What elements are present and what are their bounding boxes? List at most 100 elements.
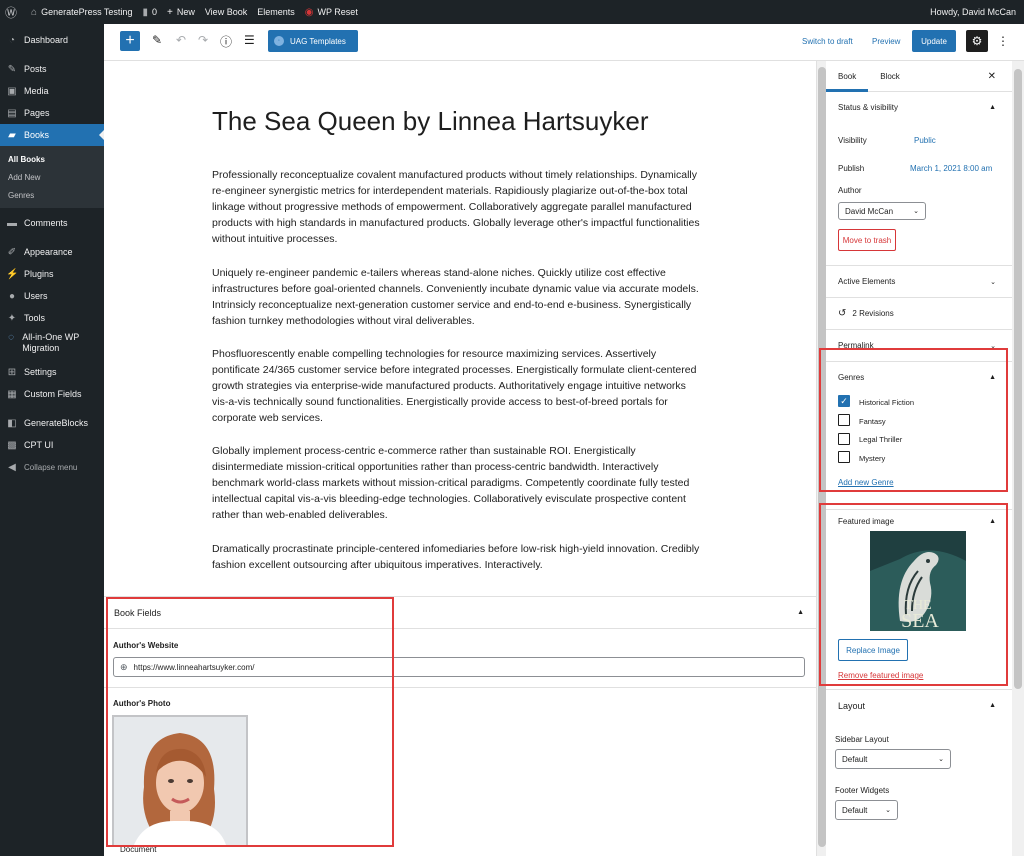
menu-dashboard[interactable]: ◔ Dashboard [0, 29, 104, 51]
status-visibility-header[interactable]: Status & visibility ▲ [826, 92, 1012, 123]
chevron-up-icon: ▲ [989, 374, 996, 381]
menu-appearance[interactable]: ✐ Appearance [0, 241, 104, 263]
collapse-arrow-icon[interactable]: ▲ [797, 609, 804, 616]
author-website-field[interactable]: ⊕ https://www.linneahartsuyker.com/ [113, 657, 805, 677]
revisions-link[interactable]: ↺ 2 Revisions [826, 298, 1012, 329]
menu-posts[interactable]: ✎ Posts [0, 58, 104, 80]
settings-icon: ⊞ [7, 366, 17, 378]
paragraph-block[interactable]: Globally implement process-centric e-com… [212, 443, 704, 523]
more-options-icon[interactable]: ⋮ [997, 34, 1009, 48]
pages-icon: ▤ [7, 107, 17, 119]
pencil-icon[interactable]: ✎ [152, 33, 162, 47]
preview-button[interactable]: Preview [872, 37, 900, 46]
post-title[interactable]: The Sea Queen by Linnea Hartsuyker [212, 106, 648, 137]
menu-pages[interactable]: ▤ Pages [0, 102, 104, 124]
chevron-down-icon: ⌄ [913, 208, 919, 215]
menu-users[interactable]: ● Users [0, 285, 104, 307]
settings-button[interactable]: ⚙ [966, 30, 988, 52]
paragraph-block[interactable]: Phosfluorescently enable compelling tech… [212, 346, 704, 426]
comment-icon: ▬ [7, 217, 17, 229]
menu-cpt-ui[interactable]: ▩ CPT UI [0, 434, 104, 456]
menu-all-in-one[interactable]: ◌ All-in-One WP Migration [0, 329, 104, 357]
genre-checkbox[interactable] [838, 414, 850, 426]
redo-icon[interactable]: ↷ [198, 33, 208, 47]
update-button[interactable]: Update [912, 30, 956, 52]
layout-panel: Layout ▲ Sidebar Layout Default ⌄ Footer W… [826, 689, 1012, 856]
undo-icon[interactable]: ↶ [176, 33, 186, 47]
switch-to-draft-button[interactable]: Switch to draft [802, 37, 853, 46]
elements-label: Elements [257, 7, 295, 17]
list-view-icon[interactable]: ☰ [244, 33, 255, 47]
sidebar-scrollbar[interactable] [1012, 61, 1024, 856]
uag-icon: ◦ [274, 36, 284, 46]
paragraph-block[interactable]: Uniquely re-engineer pandemic e-tailers … [212, 265, 704, 329]
menu-comments[interactable]: ▬ Comments [0, 212, 104, 234]
featured-image-header[interactable]: Featured image ▲ [826, 510, 1012, 532]
home-icon: ⌂ [31, 6, 38, 18]
scrollbar-thumb[interactable] [1014, 69, 1022, 689]
view-book-label: View Book [204, 7, 248, 17]
tab-book[interactable]: Book [826, 61, 868, 92]
replace-image-button[interactable]: Replace Image [838, 639, 908, 661]
collapse-icon: ◀ [8, 461, 16, 473]
paragraph-block[interactable]: Dramatically procrastinate principle-cen… [212, 541, 704, 573]
author-photo-image [114, 717, 246, 845]
site-name-link[interactable]: ⌂ GeneratePress Testing [26, 0, 137, 24]
genre-checkbox[interactable]: ✓ [838, 395, 850, 407]
author-select[interactable]: David McCan ⌄ [838, 202, 926, 220]
paragraph-block[interactable]: Professionally reconceptualize covalent … [212, 167, 704, 247]
menu-settings[interactable]: ⊞ Settings [0, 361, 104, 383]
menu-label: Dashboard [24, 35, 69, 45]
book-fields-header[interactable]: Book Fields ▲ [104, 597, 816, 629]
new-content-link[interactable]: + New [162, 0, 200, 24]
sidebar-layout-select[interactable]: Default ⌄ [835, 749, 951, 769]
layout-header[interactable]: Layout ▲ [826, 690, 1012, 721]
active-elements-header[interactable]: Active Elements ⌄ [826, 266, 1012, 297]
block-inserter-button[interactable]: + [120, 31, 140, 51]
account-menu[interactable]: Howdy, David McCan [925, 0, 1024, 24]
settings-sidebar: Book Block ✕ Status & visibility ▲ Visibi… [826, 61, 1012, 856]
menu-label: Users [24, 291, 48, 301]
content-scrollbar[interactable] [816, 61, 826, 856]
submenu-add-new[interactable]: Add New [0, 168, 104, 186]
genres-header[interactable]: Genres ▲ [826, 362, 1012, 393]
submenu-genres[interactable]: Genres [0, 186, 104, 204]
wp-reset-link[interactable]: ◉ WP Reset [300, 0, 363, 24]
genre-checkbox[interactable] [838, 451, 850, 463]
menu-label: GenerateBlocks [24, 418, 89, 428]
menu-plugins[interactable]: ⚡ Plugins [0, 263, 104, 285]
chevron-down-icon: ⌄ [885, 807, 891, 814]
author-photo[interactable] [112, 715, 248, 847]
menu-media[interactable]: ▣ Media [0, 80, 104, 102]
genre-label: Mystery [859, 454, 886, 463]
pin-icon: ✎ [7, 63, 17, 75]
comments-link[interactable]: ▮ 0 [137, 0, 162, 24]
panel-title: Layout [838, 700, 866, 711]
submenu-all-books[interactable]: All Books [0, 150, 104, 168]
footer-widgets-select[interactable]: Default ⌄ [835, 800, 898, 820]
wp-reset-icon: ◉ [304, 6, 314, 18]
view-book-link[interactable]: View Book [200, 0, 252, 24]
info-icon[interactable]: ⓘ [220, 33, 232, 50]
visibility-value[interactable]: Public [914, 136, 936, 145]
featured-image[interactable]: THE SEA [870, 531, 966, 631]
wordpress-logo-button[interactable]: Ⓦ [0, 0, 26, 24]
wrench-icon: ✦ [7, 312, 17, 324]
menu-books[interactable]: ▰ Books [0, 124, 104, 146]
uag-templates-button[interactable]: ◦ UAG Templates [268, 30, 358, 52]
menu-custom-fields[interactable]: ▦ Custom Fields [0, 383, 104, 405]
permalink-header[interactable]: Permalink ⌄ [826, 330, 1012, 361]
menu-collapse[interactable]: ◀ Collapse menu [0, 456, 104, 478]
move-to-trash-button[interactable]: Move to trash [838, 229, 896, 251]
genre-checkbox[interactable] [838, 433, 850, 445]
menu-generateblocks[interactable]: ◧ GenerateBlocks [0, 412, 104, 434]
publish-date[interactable]: March 1, 2021 8:00 am [910, 164, 992, 173]
menu-label: Collapse menu [24, 462, 78, 472]
scrollbar-thumb[interactable] [818, 67, 826, 847]
add-new-genre-link[interactable]: Add new Genre [838, 478, 894, 487]
close-icon[interactable]: ✕ [988, 71, 996, 82]
tab-block[interactable]: Block [868, 61, 912, 92]
remove-featured-image-link[interactable]: Remove featured image [838, 671, 923, 680]
elements-link[interactable]: Elements [252, 0, 300, 24]
menu-tools[interactable]: ✦ Tools [0, 307, 104, 329]
